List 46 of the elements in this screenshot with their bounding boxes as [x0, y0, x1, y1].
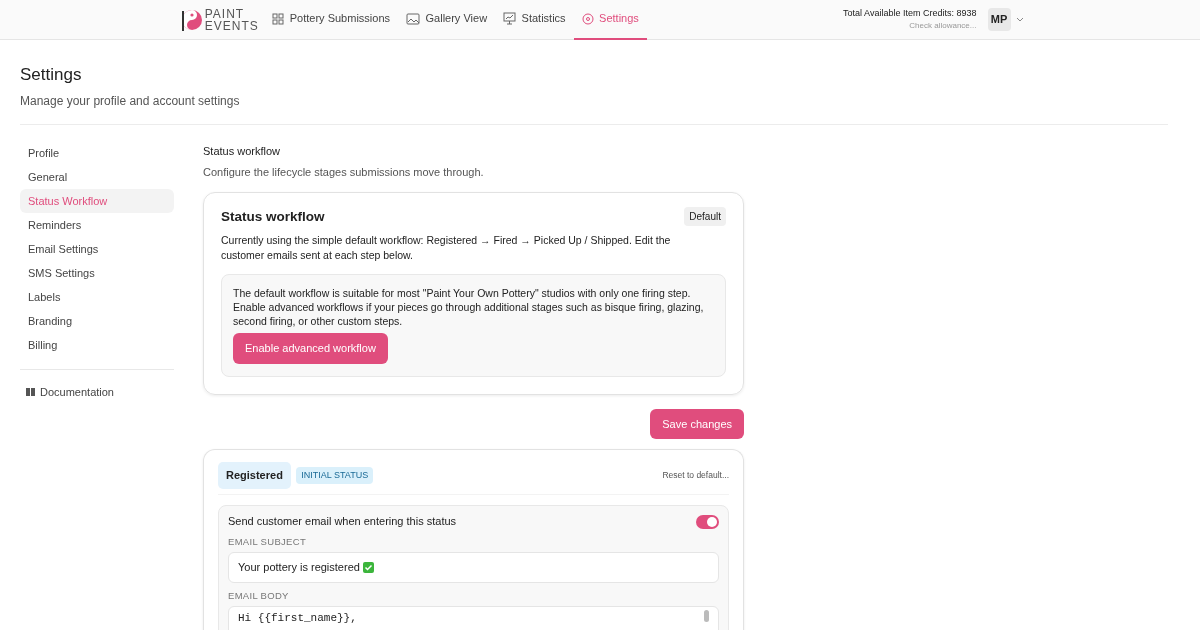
brand-name: PAINT	[204, 7, 246, 20]
enable-advanced-button[interactable]: Enable advanced workflow	[233, 333, 388, 364]
logo-icon	[180, 7, 202, 32]
documentation-link[interactable]: Documentation	[40, 383, 114, 400]
sidebar-item[interactable]: Billing	[20, 332, 174, 357]
toggle-switch[interactable]	[696, 514, 719, 529]
status-name: Registered	[218, 462, 291, 489]
chart-icon	[503, 12, 517, 25]
field-label: EMAIL SUBJECT	[228, 535, 307, 550]
card-title: Status workflow	[221, 207, 325, 226]
user-avatar[interactable]: MP	[987, 8, 1011, 31]
reset-link[interactable]: Reset to default...	[662, 469, 729, 482]
page-subtitle: Manage your profile and account settings	[20, 92, 241, 110]
settings-icon	[581, 12, 594, 25]
section-description: Configure the lifecycle stages submissions move through.	[203, 165, 485, 180]
credits-text: Total Available Item Credits: 8938	[843, 6, 977, 20]
info-text: The default workflow is suitable for most "Paint Your Own Pottery" studios with only one firing step. Enable advanced workflows if your pieces go through additional stages such as bisque firing, glazing, second firing, or other custom steps.	[233, 285, 705, 328]
initial-status-tag: INITIAL STATUS	[296, 466, 374, 485]
page-title: Settings	[20, 64, 83, 86]
check-icon	[362, 562, 374, 573]
sidebar-item[interactable]: Email Settings	[20, 236, 174, 261]
nav-tab[interactable]: Settings	[573, 0, 647, 40]
nav-tab[interactable]: Pottery Submissions	[264, 0, 399, 40]
grid-icon	[272, 12, 285, 25]
scrollbar-thumb[interactable]	[704, 609, 709, 622]
chevron-down-icon[interactable]	[1016, 17, 1024, 22]
toggle-label: Send customer email when entering this status	[228, 514, 457, 530]
sidebar-item[interactable]: Labels	[20, 284, 174, 309]
book-icon	[25, 387, 35, 396]
sidebar-item[interactable]: Status Workflow	[20, 188, 174, 213]
field-label: EMAIL BODY	[228, 588, 290, 603]
sidebar-item[interactable]: Branding	[20, 308, 174, 333]
nav-tab[interactable]: Statistics	[495, 0, 574, 40]
nav-tab[interactable]: Gallery View	[398, 0, 496, 40]
body-field[interactable]: Hi {{first_name}},	[228, 605, 719, 630]
sidebar-item[interactable]: Profile	[20, 140, 174, 165]
section-title: Status workflow	[203, 143, 282, 159]
sidebar-item[interactable]: SMS Settings	[20, 260, 174, 285]
sidebar-item[interactable]: Reminders	[20, 212, 174, 237]
image-icon	[406, 12, 421, 25]
card-text: Currently using the simple default workflow: Registered → Fired → Picked Up / Shipped. Edit the customer emails sent at each step below.	[221, 232, 672, 263]
brand-name: EVENTS	[204, 19, 259, 32]
sidebar-item[interactable]: General	[20, 164, 174, 189]
default-tag: Default	[684, 207, 726, 227]
subject-field[interactable]: Your pottery is registered	[228, 552, 719, 583]
save-button[interactable]: Save changes	[650, 408, 744, 440]
